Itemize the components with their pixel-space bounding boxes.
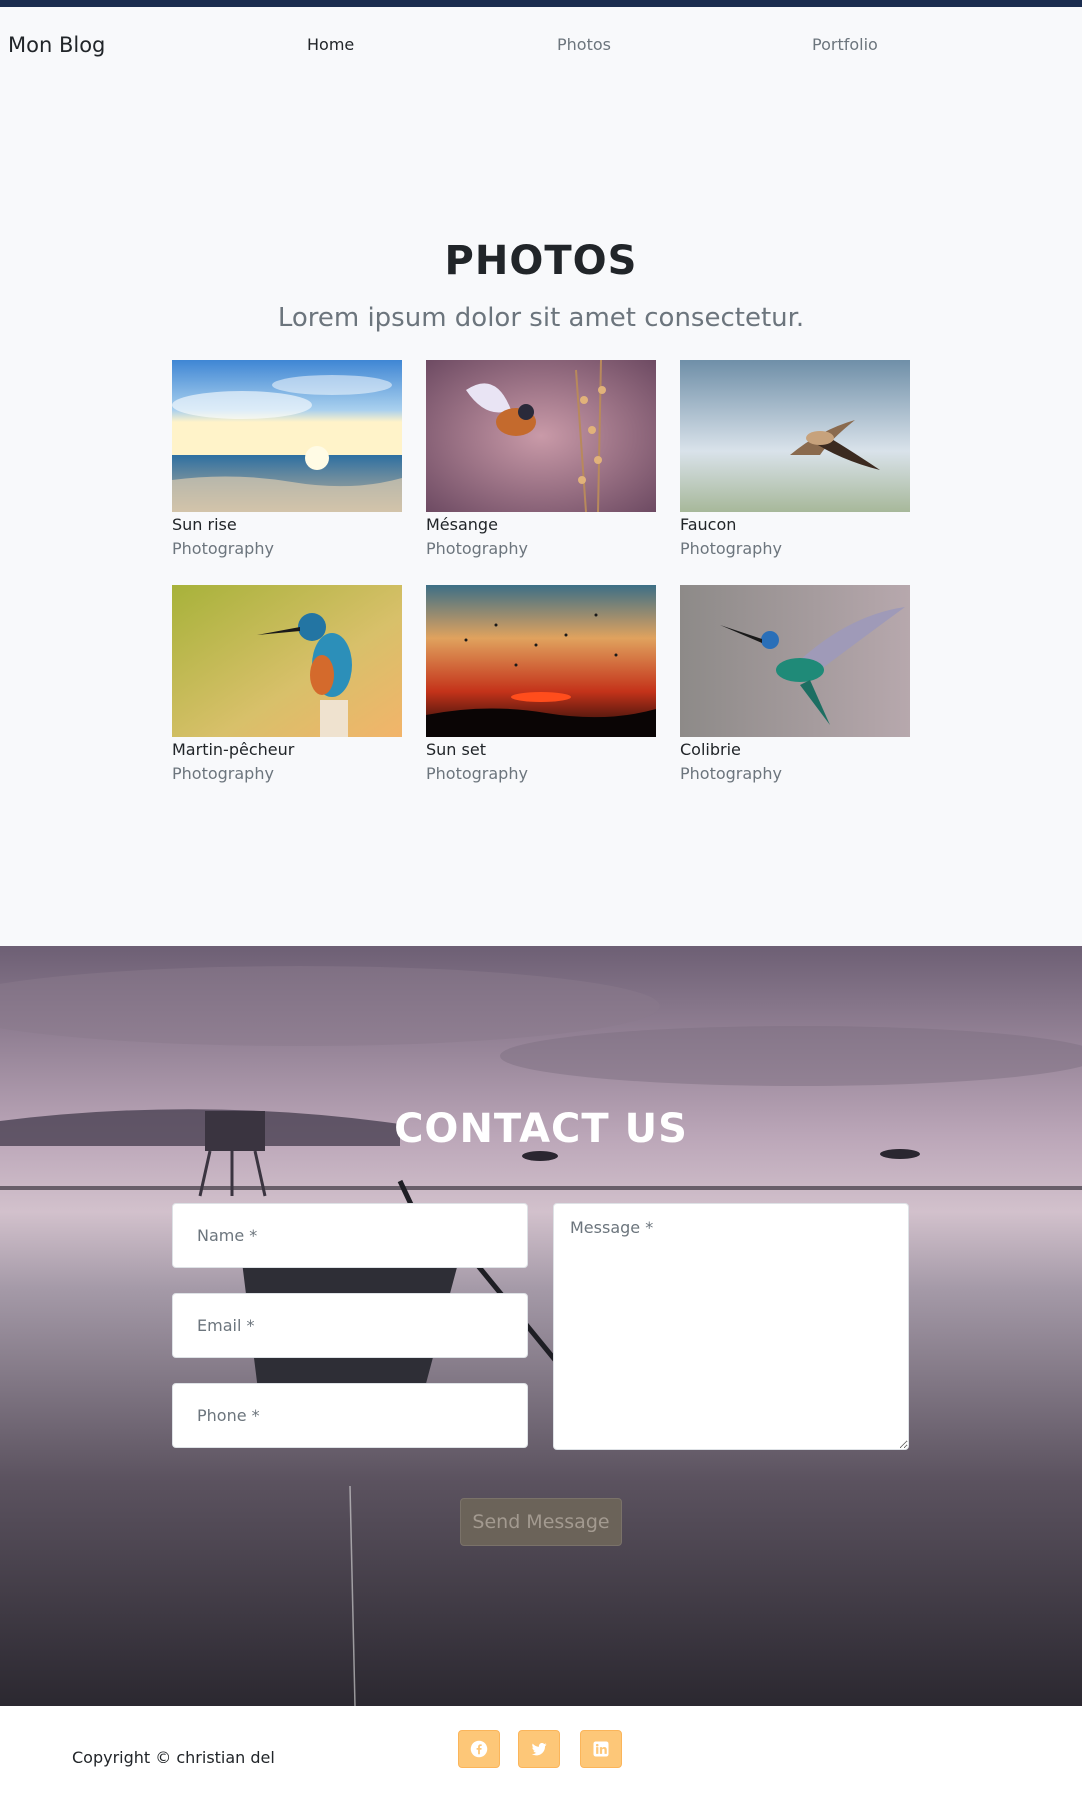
facebook-icon: [470, 1740, 488, 1758]
photo-card[interactable]: Faucon Photography: [680, 360, 910, 558]
photo-category: Photography: [426, 539, 528, 558]
photo-title: Sun rise: [172, 515, 237, 534]
photos-section: PHOTOS Lorem ipsum dolor sit amet consec…: [0, 81, 1082, 946]
contact-background-image: [0, 946, 1082, 1706]
photo-title: Martin-pêcheur: [172, 740, 295, 759]
footer: Copyright © christian del: [0, 1706, 1082, 1818]
contact-heading: CONTACT US: [394, 1106, 688, 1152]
navbar: Mon Blog Home Photos Portfolio: [0, 7, 1082, 81]
photo-category: Photography: [172, 764, 274, 783]
photo-thumbnail-colibrie[interactable]: [680, 585, 910, 737]
phone-input[interactable]: [172, 1383, 528, 1448]
photo-title: Faucon: [680, 515, 737, 534]
photos-subheading: Lorem ipsum dolor sit amet consectetur.: [277, 303, 805, 333]
linkedin-button[interactable]: [580, 1730, 622, 1768]
facebook-button[interactable]: [458, 1730, 500, 1768]
photo-title: Mésange: [426, 515, 498, 534]
photos-heading: PHOTOS: [444, 238, 638, 284]
photo-category: Photography: [172, 539, 274, 558]
photo-thumbnail-mesange[interactable]: [426, 360, 656, 512]
photo-category: Photography: [680, 539, 782, 558]
twitter-button[interactable]: [518, 1730, 560, 1768]
photo-category: Photography: [426, 764, 528, 783]
brand-logo[interactable]: Mon Blog: [8, 33, 105, 57]
photo-card[interactable]: Martin-pêcheur Photography: [172, 585, 402, 783]
photo-card[interactable]: Mésange Photography: [426, 360, 656, 558]
message-textarea[interactable]: [553, 1203, 909, 1450]
nav-link-photos[interactable]: Photos: [557, 35, 611, 54]
photo-thumbnail-sunrise[interactable]: [172, 360, 402, 512]
copyright-text: Copyright © christian del: [72, 1748, 275, 1767]
photo-thumbnail-martin-pecheur[interactable]: [172, 585, 402, 737]
contact-section: CONTACT US Send Message: [0, 946, 1082, 1706]
email-input[interactable]: [172, 1293, 528, 1358]
name-input[interactable]: [172, 1203, 528, 1268]
twitter-icon: [531, 1743, 547, 1756]
photo-card[interactable]: Sun set Photography: [426, 585, 656, 783]
photo-thumbnail-sunset[interactable]: [426, 585, 656, 737]
linkedin-icon: [593, 1741, 609, 1757]
nav-link-home[interactable]: Home: [307, 35, 354, 54]
photo-title: Colibrie: [680, 740, 741, 759]
photo-card[interactable]: Sun rise Photography: [172, 360, 402, 558]
photo-thumbnail-faucon[interactable]: [680, 360, 910, 512]
photo-title: Sun set: [426, 740, 486, 759]
photo-card[interactable]: Colibrie Photography: [680, 585, 910, 783]
top-accent-bar: [0, 0, 1082, 7]
photo-category: Photography: [680, 764, 782, 783]
send-message-button[interactable]: Send Message: [460, 1498, 622, 1546]
nav-link-portfolio[interactable]: Portfolio: [812, 35, 878, 54]
